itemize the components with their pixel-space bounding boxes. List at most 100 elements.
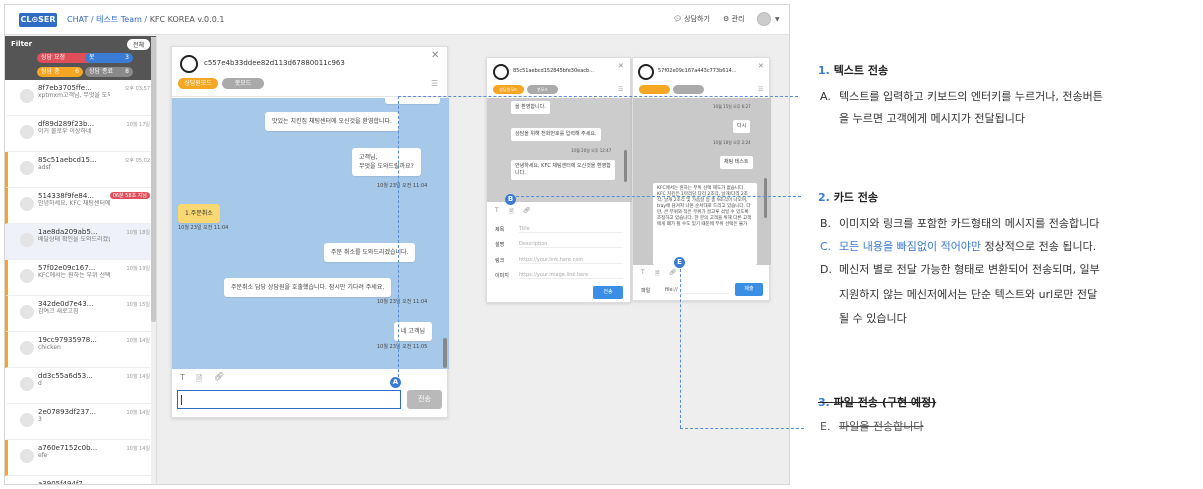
- item-text: 정상적으로 전송 됩니다.: [981, 240, 1097, 253]
- send-button[interactable]: 전송: [407, 390, 442, 409]
- file-send-panel: 57f02e09c167a443c773b614... ✕ ☰ 10월 15일 …: [632, 57, 771, 301]
- consult-label: 상담하기: [684, 15, 710, 23]
- conversation-item[interactable]: dd3c55a6d53... d 10월 14일: [5, 368, 156, 404]
- filter-pill-bot[interactable]: 봇3: [85, 53, 133, 63]
- filter-all-button[interactable]: 전체: [126, 39, 150, 50]
- item-letter: E.: [820, 420, 831, 433]
- menu-icon[interactable]: ☰: [618, 86, 623, 93]
- card-description-input[interactable]: Description: [519, 241, 623, 248]
- message-bubble: 다시: [733, 120, 751, 133]
- conversation-time: 10월 15일: [126, 302, 150, 308]
- conversation-time: 10월 14일: [126, 410, 150, 416]
- connector-line-b: [516, 196, 801, 197]
- text-tool-icon[interactable]: T: [180, 373, 185, 382]
- conversation-item[interactable]: df89d289f23b... 이거 물로우 이상하네 10월 17일: [5, 116, 156, 152]
- section-title: 카드 전송: [833, 191, 878, 204]
- message-timestamp: 10월 23일 오전 11:04: [178, 225, 229, 231]
- item-text: 텍스트를 입력하고 키보드의 엔터키를 누르거나, 전송버튼: [839, 90, 1103, 103]
- card-image-input[interactable]: https://your.image.link.here: [519, 272, 623, 279]
- bot-mode-button[interactable]: 봇모드: [222, 78, 264, 89]
- close-icon[interactable]: ✕: [618, 62, 624, 70]
- text-tool-icon[interactable]: T: [641, 269, 645, 276]
- conversation-item[interactable]: a760e7152c0b... efe 10월 14일: [5, 440, 156, 476]
- card-title-input[interactable]: Title: [519, 226, 623, 233]
- conversation-item[interactable]: 8f7eb3705ffe...xptmxm고객님, 무엇을 도와드릴까요?오후 …: [5, 80, 156, 116]
- conversation-item[interactable]: 1ae8da209ab5...배달상태 확인을 도와드리겠습니다10월 18일: [5, 224, 156, 260]
- conversation-item[interactable]: 57f02e09c167...KFC에서는 원하는 부위 선택 제도가 없습..…: [5, 260, 156, 296]
- menu-icon[interactable]: ☰: [758, 86, 763, 93]
- breadcrumb-app: KFC KOREA v.0.0.1: [149, 15, 225, 24]
- chat-scrollbar[interactable]: [764, 178, 767, 218]
- consultant-mode-button[interactable]: 상담원모드: [178, 78, 218, 89]
- chat-scrollbar[interactable]: [624, 150, 627, 182]
- manage-label: 관리: [731, 15, 745, 23]
- card-tool-icon[interactable]: 🗎︎: [655, 269, 660, 279]
- breadcrumb-team[interactable]: / 테스트 Team /: [88, 15, 149, 24]
- file-path-input[interactable]: file://: [665, 287, 729, 294]
- message-input[interactable]: [177, 390, 401, 409]
- avatar: [20, 341, 34, 355]
- message-bubble: 주문 취소를 도와드리겠습니다.: [324, 243, 416, 262]
- item-text-highlight: 모든 내용을 빠짐없이 적어야만: [839, 240, 982, 253]
- link-tool-icon[interactable]: 🔗︎: [523, 207, 531, 214]
- conversation-preview: xptmxm고객님, 무엇을 도와드릴까요?: [38, 92, 110, 99]
- conversation-item[interactable]: 85c51aebcd15... adsf 오후 05:02: [5, 152, 156, 188]
- avatar: [20, 269, 34, 283]
- conversation-preview: 안녕하세요, KFC 채팅센터에 오신것을 환...: [38, 200, 110, 207]
- link-tool-icon[interactable]: 🔗︎: [669, 269, 677, 276]
- link-tool-icon[interactable]: 🔗︎: [214, 372, 224, 381]
- manage-button[interactable]: ⚙ 관리: [723, 14, 744, 24]
- annotation-line: 을 누르면 고객에게 메시지가 전달됩니다: [820, 108, 1025, 130]
- connector-line-a: [398, 96, 798, 97]
- conversation-preview: d: [38, 380, 42, 387]
- conversation-preview: 감여크 새로고침: [38, 308, 79, 315]
- conversation-time: 10월 14일: [126, 338, 150, 344]
- sidebar-scroll-thumb[interactable]: [151, 37, 156, 322]
- bot-mode-button[interactable]: [673, 85, 704, 94]
- field-label: 링크: [495, 258, 505, 264]
- consultant-mode-button[interactable]: 상담원모드: [493, 85, 524, 94]
- conversation-item[interactable]: 2e07893df237... 3 10월 14일: [5, 404, 156, 440]
- conversation-id: c557e4b33ddee82d113d67880011c963: [204, 59, 345, 67]
- card-link-input[interactable]: https://your.link.here.com: [519, 257, 623, 264]
- filter-pill-active[interactable]: 상담 중 6: [37, 67, 83, 77]
- filter-pill-label: 봇: [89, 54, 95, 61]
- close-icon[interactable]: ✕: [431, 50, 439, 61]
- close-icon[interactable]: ✕: [758, 62, 764, 70]
- file-submit-button[interactable]: 제출: [735, 283, 763, 296]
- conversation-item[interactable]: 19cc97935978... chicken 10월 14일: [5, 332, 156, 368]
- filter-pill-closed[interactable]: 상담 종료 8: [85, 67, 133, 77]
- message-bubble: 주문취소 담당 상담원을 호출했습니다. 잠시만 기다려 주세요.: [224, 278, 392, 297]
- conversation-name: a3905f494f7...: [38, 480, 90, 485]
- top-bar: CL⊙SER CHAT / 테스트 Team / KFC KOREA v.0.0…: [5, 5, 789, 35]
- annotation-line: 될 수 있습니다: [820, 308, 907, 330]
- message-area: 맛있는 치킨집 채팅센터에 오신것을 환영합니다. 고객님, 무엇을 도와드릴까…: [172, 98, 449, 369]
- field-label: 제목: [495, 227, 505, 233]
- marker-b: B: [505, 194, 516, 205]
- conversation-item[interactable]: a3905f494f7...: [5, 476, 156, 485]
- message-bubble: 채팅 테스트: [720, 156, 753, 169]
- text-tool-icon[interactable]: T: [495, 207, 499, 214]
- chevron-down-icon[interactable]: ▼: [775, 16, 780, 23]
- item-text: 이미지와 링크를 포함한 카드형태의 메시지를 전송합니다: [839, 217, 1100, 230]
- breadcrumb-chat[interactable]: CHAT: [67, 15, 88, 24]
- card-tool-icon[interactable]: 🗎︎: [509, 207, 514, 217]
- card-tool-icon[interactable]: 🗎︎: [196, 373, 202, 387]
- conversation-item[interactable]: 342de0d7e43... 감여크 새로고침 10월 15일: [5, 296, 156, 332]
- conversation-item[interactable]: 514338f9fe84...안녕하세요, KFC 채팅센터에 오신것을 환..…: [5, 188, 156, 224]
- consultant-mode-button[interactable]: [639, 85, 670, 94]
- avatar: [20, 161, 34, 175]
- gear-icon: ⚙: [723, 15, 730, 23]
- filter-panel: Filter 전체 상담 요청1 봇3 상담 중6 상담 종료8: [5, 36, 156, 80]
- card-send-button[interactable]: 전송: [593, 286, 623, 299]
- menu-icon[interactable]: ☰: [431, 79, 438, 88]
- message-bubble: 상담을 위해 전화번호를 입력해 주세요.: [511, 128, 601, 141]
- item-letter: A.: [820, 90, 831, 103]
- message-timestamp: 10월 20일 오후 12:47: [571, 148, 612, 153]
- consult-button[interactable]: 💬︎ 상담하기: [673, 14, 710, 24]
- bot-mode-button[interactable]: 봇모드: [527, 85, 558, 94]
- chat-scrollbar[interactable]: [443, 338, 447, 368]
- message-bubble: 네 고객님: [394, 322, 432, 341]
- filter-pill-label: 상담 중: [41, 68, 60, 75]
- user-avatar[interactable]: [757, 12, 771, 26]
